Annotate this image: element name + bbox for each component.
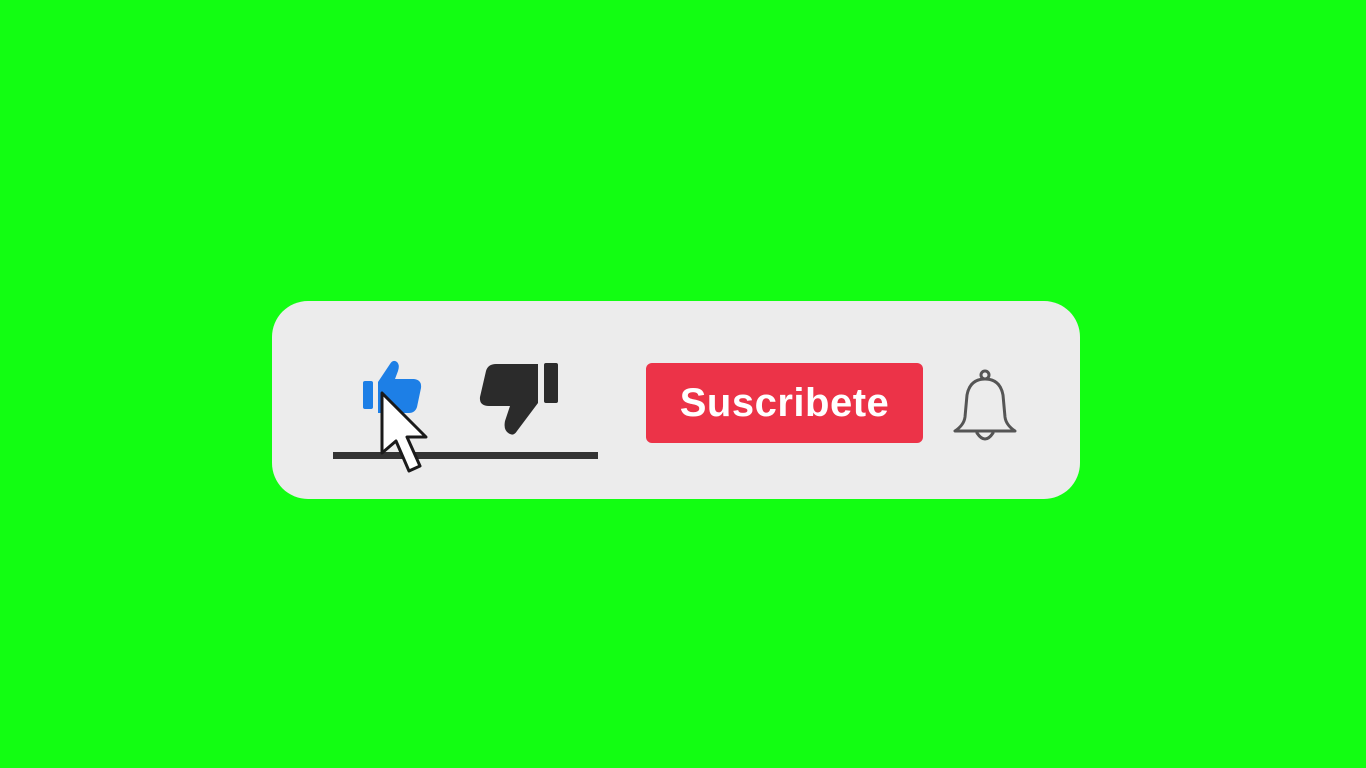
bell-icon <box>953 369 1017 441</box>
like-button[interactable] <box>360 357 426 421</box>
thumbs-up-icon <box>363 360 422 413</box>
action-panel: Suscribete <box>272 301 1080 499</box>
subscribe-button[interactable]: Suscribete <box>646 363 923 443</box>
dislike-button[interactable] <box>476 359 562 435</box>
progress-divider <box>333 452 598 459</box>
thumbs-down-icon <box>479 363 558 435</box>
green-screen-stage: Suscribete <box>0 0 1366 768</box>
notification-bell-button[interactable] <box>950 369 1022 445</box>
